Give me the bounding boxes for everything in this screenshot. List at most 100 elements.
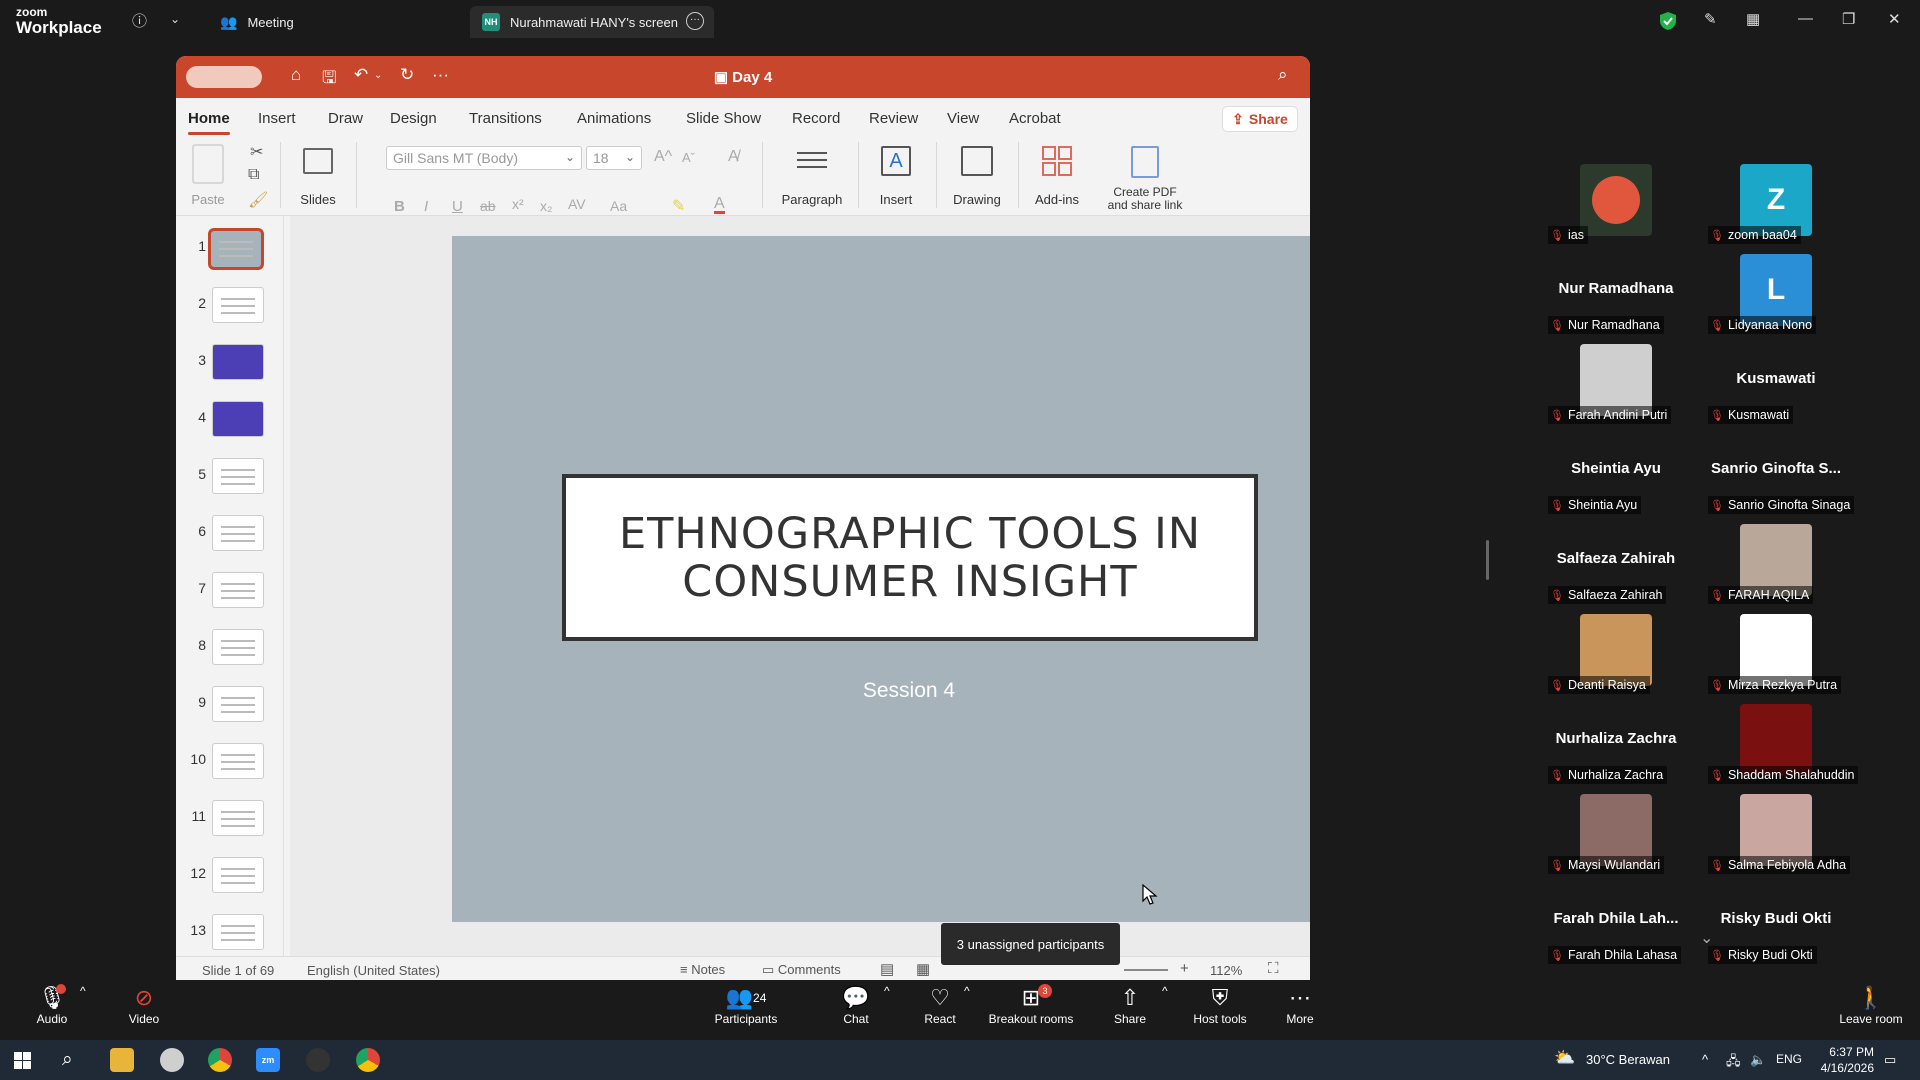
- zoom-level[interactable]: 112%: [1210, 963, 1242, 978]
- slide-thumbnail[interactable]: [212, 572, 264, 608]
- participant-tile[interactable]: Sheintia Ayu 🎙 Sheintia Ayu: [1536, 434, 1696, 520]
- maximize-icon[interactable]: ❐: [1842, 10, 1855, 28]
- strikethrough-icon[interactable]: ab: [480, 198, 496, 214]
- audio-button[interactable]: 🎙 Audio: [30, 984, 74, 1026]
- tab-transitions[interactable]: Transitions: [469, 110, 542, 127]
- gallery-scrollbar[interactable]: [1486, 540, 1489, 580]
- paragraph-button[interactable]: Paragraph: [774, 140, 850, 207]
- participant-tile[interactable]: 🎙 FARAH AQILA: [1696, 524, 1856, 610]
- participant-tile[interactable]: 🎙 Mirza Rezkya Putra: [1696, 614, 1856, 700]
- language-status[interactable]: English (United States): [307, 963, 440, 978]
- slide-thumbnail[interactable]: [208, 228, 264, 270]
- participant-tile[interactable]: 🎙 Salma Febiyola Adha: [1696, 794, 1856, 880]
- participant-tile[interactable]: Z 🎙 zoom baa04: [1696, 164, 1856, 250]
- chat-options-caret-icon[interactable]: ^: [884, 984, 890, 998]
- tab-meeting[interactable]: 👥 Meeting: [212, 6, 452, 38]
- slide-sorter-icon[interactable]: ▦: [916, 960, 930, 978]
- tab-review[interactable]: Review: [869, 110, 918, 127]
- react-options-caret-icon[interactable]: ^: [964, 984, 970, 998]
- more-options-icon[interactable]: ···: [686, 12, 704, 30]
- react-button[interactable]: ♡ React: [922, 984, 958, 1026]
- slide-thumbnail[interactable]: [212, 515, 264, 551]
- chrome-icon[interactable]: [208, 1048, 232, 1072]
- clear-format-icon[interactable]: A̸: [728, 148, 739, 166]
- network-icon[interactable]: 🖧: [1726, 1052, 1741, 1074]
- italic-icon[interactable]: I: [424, 198, 428, 215]
- volume-icon[interactable]: 🔈: [1750, 1052, 1766, 1068]
- slides-button[interactable]: Slides: [292, 140, 344, 207]
- fit-slide-icon[interactable]: ⛶: [1268, 960, 1279, 977]
- app-icon[interactable]: [160, 1048, 184, 1072]
- subscript-icon[interactable]: x₂: [540, 198, 552, 214]
- windows-start-icon[interactable]: [14, 1052, 31, 1069]
- share-options-caret-icon[interactable]: ^: [1162, 984, 1168, 998]
- bold-icon[interactable]: B: [394, 198, 405, 215]
- slide-thumbnail[interactable]: [212, 857, 264, 893]
- breakout-rooms-button[interactable]: ⊞ 3 Breakout rooms: [988, 984, 1074, 1026]
- zoom-slider[interactable]: [1124, 969, 1168, 971]
- chat-button[interactable]: 💬 Chat: [838, 984, 874, 1026]
- participants-button[interactable]: 👥24 Participants: [712, 984, 780, 1026]
- tab-slide-show[interactable]: Slide Show: [686, 110, 761, 127]
- tab-home[interactable]: Home: [188, 110, 230, 135]
- slide-thumbnail[interactable]: [212, 287, 264, 323]
- ppt-share-button[interactable]: ⇪ Share: [1222, 106, 1298, 132]
- search-icon[interactable]: ⌕: [62, 1049, 73, 1071]
- participant-tile[interactable]: Nur Ramadhana 🎙 Nur Ramadhana: [1536, 254, 1696, 340]
- weather-text[interactable]: 30°C Berawan: [1586, 1052, 1670, 1067]
- cut-icon[interactable]: ✂: [250, 142, 263, 162]
- slide-thumbnail[interactable]: [212, 401, 264, 437]
- participant-tile[interactable]: 🎙 Deanti Raisya: [1536, 614, 1696, 700]
- drawing-button[interactable]: Drawing: [942, 140, 1012, 207]
- slide-title-box[interactable]: ETHNOGRAPHIC TOOLS IN CONSUMER INSIGHT: [562, 474, 1258, 641]
- info-icon[interactable]: ⓘ: [132, 10, 147, 31]
- slide-thumbnail[interactable]: [212, 686, 264, 722]
- slide-thumbnail[interactable]: [212, 914, 264, 950]
- chrome-profile-icon[interactable]: [356, 1048, 380, 1072]
- shield-check-icon[interactable]: [1659, 11, 1677, 31]
- participant-tile[interactable]: 🎙 Farah Andini Putri: [1536, 344, 1696, 430]
- format-painter-icon[interactable]: 🖌: [248, 190, 268, 210]
- slide-thumbnail[interactable]: [212, 743, 264, 779]
- zoom-in-icon[interactable]: +: [1180, 960, 1189, 977]
- participant-tile[interactable]: 🎙 Maysi Wulandari: [1536, 794, 1696, 880]
- notes-button[interactable]: ≡ Notes: [680, 962, 725, 977]
- copy-icon[interactable]: ⧉: [248, 166, 259, 184]
- gallery-next-page-icon[interactable]: ⌄: [1700, 928, 1713, 948]
- slide-thumbnail[interactable]: [212, 458, 264, 494]
- current-slide[interactable]: ETHNOGRAPHIC TOOLS IN CONSUMER INSIGHT S…: [452, 236, 1310, 922]
- participant-tile[interactable]: 🎙 ias: [1536, 164, 1696, 250]
- close-icon[interactable]: ✕: [1888, 10, 1901, 28]
- insert-button[interactable]: A Insert: [864, 140, 928, 207]
- tab-design[interactable]: Design: [390, 110, 437, 127]
- leave-room-button[interactable]: 🚶 Leave room: [1838, 984, 1904, 1026]
- chevron-down-icon[interactable]: ⌄: [170, 12, 180, 26]
- add-ins-button[interactable]: Add-ins: [1024, 140, 1090, 207]
- grow-font-icon[interactable]: A^: [654, 148, 672, 166]
- slide-subtitle[interactable]: Session 4: [452, 679, 1310, 703]
- search-icon[interactable]: ⌕: [1278, 65, 1288, 85]
- comments-button[interactable]: ▭ Comments: [762, 962, 841, 978]
- participant-tile[interactable]: Risky Budi Okti 🎙 Risky Budi Okti: [1696, 884, 1856, 970]
- participant-tile[interactable]: Salfaeza Zahirah 🎙 Salfaeza Zahirah: [1536, 524, 1696, 610]
- file-explorer-icon[interactable]: [110, 1048, 134, 1072]
- char-spacing-icon[interactable]: AV: [568, 196, 586, 212]
- participant-tile[interactable]: Nurhaliza Zachra 🎙 Nurhaliza Zachra: [1536, 704, 1696, 790]
- zoom-app-icon[interactable]: zm: [256, 1048, 280, 1072]
- share-screen-button[interactable]: ⇧ Share: [1112, 984, 1148, 1026]
- notifications-icon[interactable]: ▭: [1884, 1052, 1896, 1068]
- shrink-font-icon[interactable]: Aˇ: [682, 150, 695, 165]
- tab-record[interactable]: Record: [792, 110, 840, 127]
- annotate-pen-icon[interactable]: ✎: [1704, 10, 1717, 28]
- tab-insert[interactable]: Insert: [258, 110, 296, 127]
- more-button[interactable]: ⋯ More: [1284, 984, 1316, 1026]
- input-language[interactable]: ENG: [1776, 1052, 1802, 1066]
- font-size-select[interactable]: 18 ⌄: [586, 146, 642, 170]
- change-case-icon[interactable]: Aa: [610, 198, 627, 214]
- participant-tile[interactable]: Kusmawati 🎙 Kusmawati: [1696, 344, 1856, 430]
- slide-thumbnail[interactable]: [212, 629, 264, 665]
- camera-app-icon[interactable]: [306, 1048, 330, 1072]
- participant-tile[interactable]: 🎙 Shaddam Shalahuddin: [1696, 704, 1859, 790]
- clock[interactable]: 6:37 PM 4/16/2026: [1804, 1044, 1874, 1076]
- audio-options-caret-icon[interactable]: ^: [80, 984, 86, 998]
